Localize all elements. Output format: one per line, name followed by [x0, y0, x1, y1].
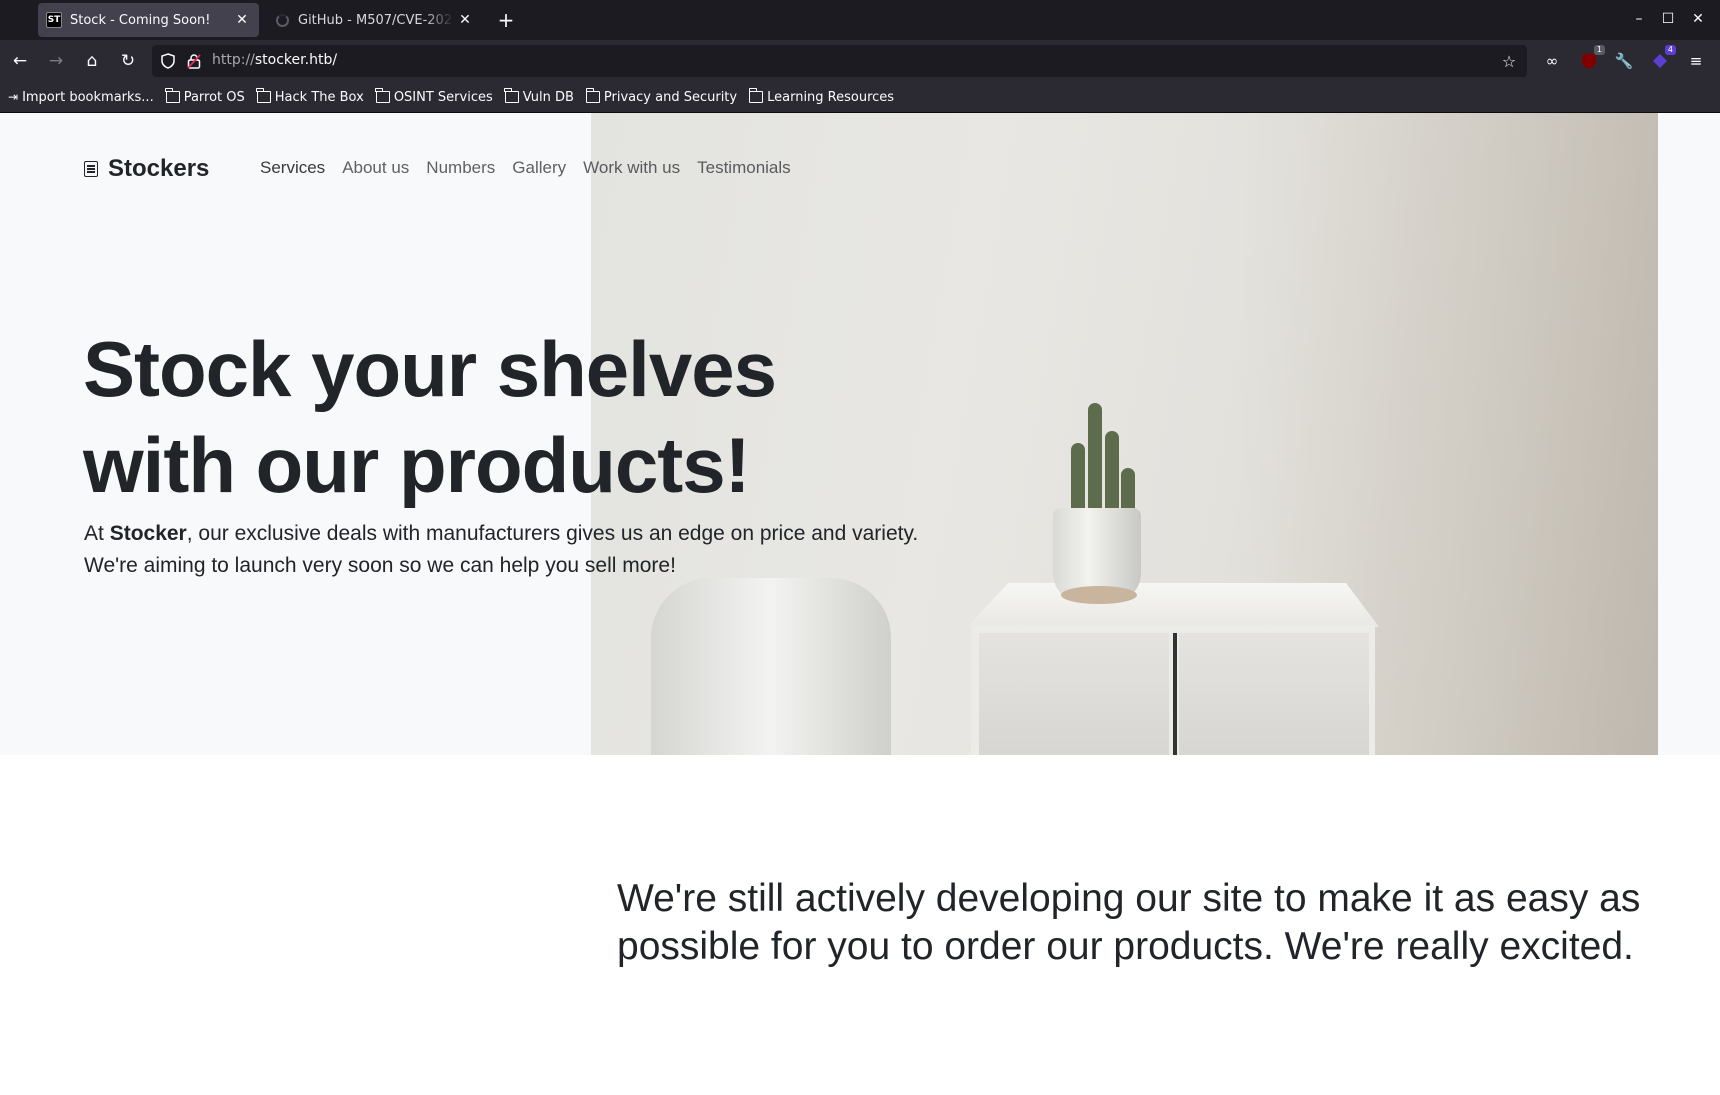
- cactus-stem: [1088, 403, 1102, 523]
- site-nav: Services About us Numbers Gallery Work w…: [260, 158, 808, 178]
- maximize-icon[interactable]: ☐: [1654, 6, 1682, 32]
- bookmark-privacy-security[interactable]: Privacy and Security: [585, 88, 737, 105]
- url-text[interactable]: http://stocker.htb/: [212, 52, 337, 68]
- close-tab-icon[interactable]: ✕: [454, 9, 476, 31]
- extension-icon[interactable]: 4: [1648, 45, 1676, 73]
- brand-name: Stockers: [108, 155, 210, 182]
- bookmark-star-icon[interactable]: ☆: [1499, 51, 1519, 71]
- folder-icon: [585, 88, 600, 103]
- cabinet-split: [1173, 633, 1177, 755]
- bookmark-osint-services[interactable]: OSINT Services: [375, 88, 493, 105]
- ublock-icon[interactable]: 1: [1577, 45, 1605, 73]
- folder-icon: [375, 88, 390, 103]
- folder-icon: [748, 88, 764, 103]
- insecure-lock-icon[interactable]: [184, 51, 204, 71]
- url-bar[interactable]: http://stocker.htb/ ☆: [152, 45, 1527, 77]
- bookmark-learning-resources[interactable]: Learning Resources: [748, 88, 894, 105]
- cabinet-top: [967, 583, 1379, 627]
- home-icon[interactable]: ⌂: [78, 47, 106, 75]
- chair-shape: [651, 578, 891, 755]
- folder-icon: [256, 88, 271, 103]
- nav-work-with-us[interactable]: Work with us: [583, 158, 680, 178]
- hero-section: Stockers Services About us Numbers Galle…: [0, 113, 1720, 755]
- navigation-toolbar: ← → ⌂ ↻ http://stocker.htb/ ☆ ∞ 1 🔧 4 ≡: [0, 40, 1720, 82]
- bookmark-import[interactable]: ⇥ Import bookmarks...: [8, 90, 154, 105]
- site-favicon-icon: ST: [46, 12, 62, 28]
- lead-bold: Stocker: [109, 522, 187, 545]
- tab-title: GitHub - M507/CVE-2021-2: [298, 12, 454, 28]
- tab-title: Stock - Coming Soon!: [70, 12, 211, 28]
- lead-suffix: , our exclusive deals with manufacturers…: [84, 522, 919, 577]
- forward-icon[interactable]: →: [42, 47, 70, 75]
- wrench-icon[interactable]: 🔧: [1612, 49, 1636, 73]
- cabinet-door-left: [979, 633, 1169, 755]
- loading-spinner-icon: [274, 12, 290, 28]
- lead-prefix: At: [84, 522, 110, 545]
- nav-numbers[interactable]: Numbers: [426, 158, 495, 178]
- import-icon: ⇥: [8, 90, 19, 104]
- folder-icon: [504, 88, 519, 103]
- reload-icon[interactable]: ↻: [114, 47, 142, 75]
- nav-about-us[interactable]: About us: [342, 158, 409, 178]
- nav-services[interactable]: Services: [260, 158, 325, 178]
- about-text: We're still actively developing our site…: [617, 877, 1641, 968]
- tab-stock[interactable]: ST Stock - Coming Soon! ✕: [38, 3, 259, 37]
- minimize-icon[interactable]: –: [1625, 6, 1653, 32]
- bookmark-hack-the-box[interactable]: Hack The Box: [256, 88, 364, 105]
- site-brand[interactable]: Stockers: [84, 155, 209, 183]
- ledger-icon: [84, 161, 98, 177]
- new-tab-icon[interactable]: +: [494, 8, 518, 32]
- cabinet-door-right: [1179, 633, 1369, 755]
- tab-github[interactable]: GitHub - M507/CVE-2021-2 ✕: [266, 3, 482, 37]
- nav-testimonials[interactable]: Testimonials: [697, 158, 791, 178]
- mask-extension-icon[interactable]: ∞: [1540, 49, 1564, 73]
- nav-gallery[interactable]: Gallery: [512, 158, 566, 178]
- folder-icon: [165, 88, 180, 103]
- headline-line-1: Stock your shelves: [83, 325, 777, 413]
- bookmarks-toolbar: ⇥ Import bookmarks... Parrot OS Hack The …: [0, 82, 1720, 113]
- hero-headline: Stock your shelves with our products!: [83, 321, 903, 513]
- hero-lead: At Stocker, our exclusive deals with man…: [84, 518, 924, 582]
- web-page: Stockers Services About us Numbers Galle…: [0, 113, 1720, 1095]
- headline-line-2: with our products!: [83, 421, 751, 509]
- back-icon[interactable]: ←: [6, 47, 34, 75]
- bookmark-parrot-os[interactable]: Parrot OS: [165, 88, 245, 105]
- tracking-protection-icon[interactable]: [158, 51, 178, 71]
- tab-strip: ST Stock - Coming Soon! ✕ GitHub - M507/…: [0, 0, 1720, 40]
- close-tab-icon[interactable]: ✕: [231, 9, 253, 31]
- pot-saucer: [1061, 586, 1137, 604]
- close-window-icon[interactable]: ✕: [1684, 6, 1712, 32]
- bookmark-vuln-db[interactable]: Vuln DB: [504, 88, 574, 105]
- menu-hamburger-icon[interactable]: ≡: [1684, 49, 1708, 73]
